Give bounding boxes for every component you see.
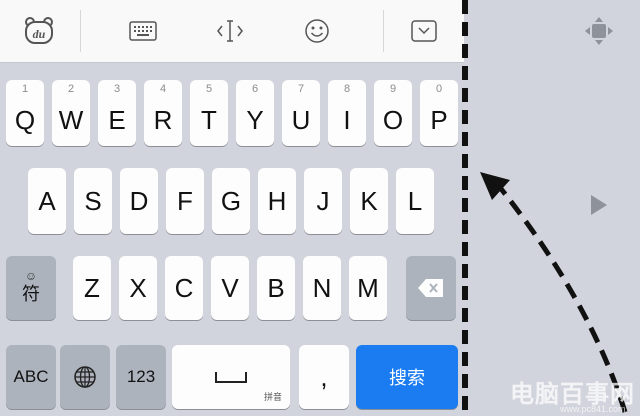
annotation-arrow: [480, 172, 628, 413]
arrow-head: [480, 172, 510, 200]
watermark-url: www.pc841.com: [560, 404, 626, 414]
